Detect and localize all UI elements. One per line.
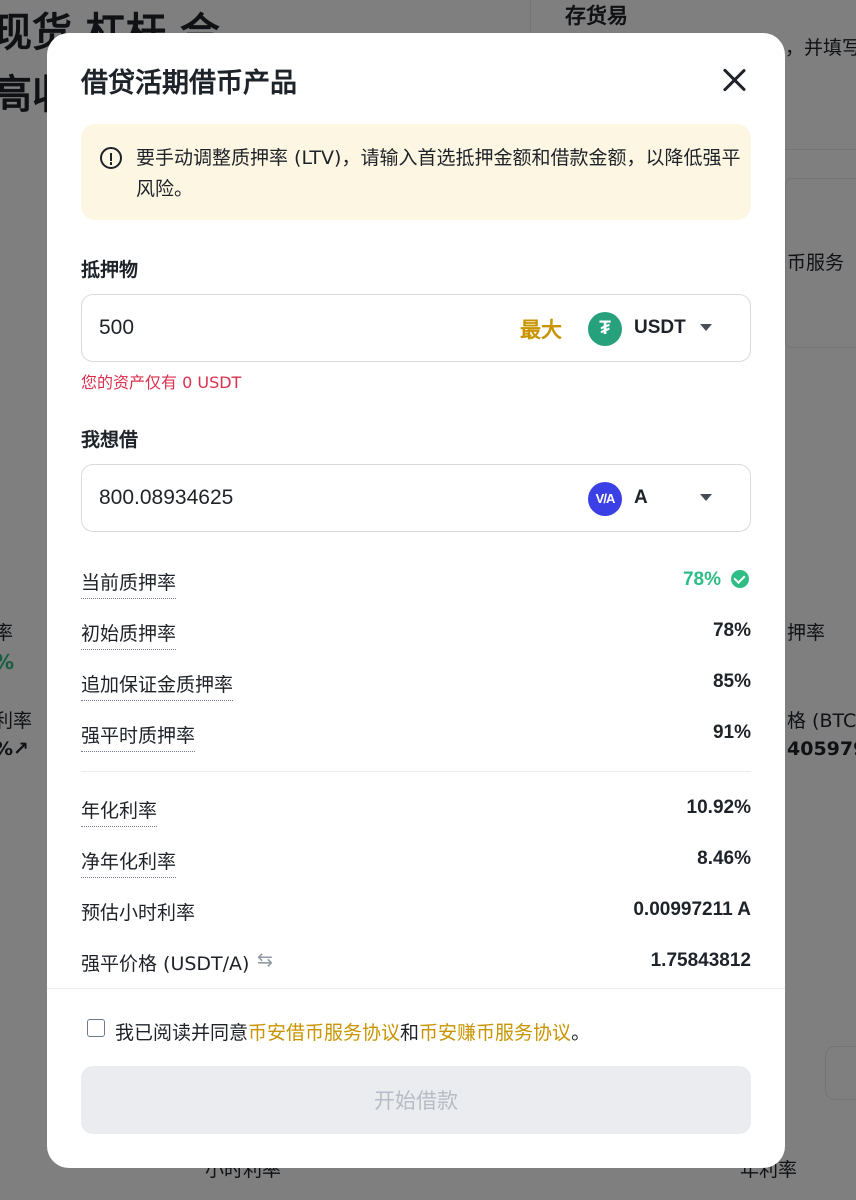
earn-agreement-link[interactable]: 币安赚币服务协议 (419, 1022, 571, 1044)
ltv-notice: 要手动调整质押率 (LTV)，请输入首选抵押金额和借款金额，以降低强平风险。 (81, 124, 751, 220)
notice-text: 要手动调整质押率 (LTV)，请输入首选抵押金额和借款金额，以降低强平风险。 (136, 147, 741, 200)
max-button[interactable]: 最大 (520, 314, 562, 344)
borrow-label: 我想借 (81, 429, 139, 451)
liquidation-price-row: 强平价格 (USDT/A) ⇆ 1.75843812 (81, 949, 751, 979)
hourly-rate-value: 0.00997211 A (633, 899, 751, 920)
current-ltv-value: 78% (682, 569, 721, 590)
borrow-amount-input[interactable] (99, 465, 479, 531)
initial-ltv-row: 初始质押率 78% (81, 619, 751, 650)
liquidation-ltv-row: 强平时质押率 91% (81, 721, 751, 752)
hourly-rate-label: 预估小时利率 (81, 902, 196, 924)
swap-icon[interactable]: ⇆ (257, 949, 273, 972)
net-apr-value: 8.46% (697, 848, 751, 869)
current-ltv-label[interactable]: 当前质押率 (81, 568, 177, 599)
agreement-prefix: 我已阅读并同意 (115, 1022, 249, 1044)
liquidation-price-label: 强平价格 (USDT/A) (81, 953, 250, 975)
close-icon[interactable] (717, 63, 751, 97)
borrow-field: V/A A (81, 464, 751, 532)
margin-call-ltv-label[interactable]: 追加保证金质押率 (81, 670, 234, 701)
initial-ltv-label[interactable]: 初始质押率 (81, 619, 177, 650)
divider (81, 771, 751, 772)
liquidation-price-value: 1.75843812 (650, 950, 751, 971)
agreement-suffix: 。 (571, 1022, 591, 1044)
borrow-coin-name[interactable]: A (634, 487, 648, 509)
collateral-amount-input[interactable] (99, 295, 479, 361)
tether-icon: ₮ (588, 312, 622, 346)
start-borrow-button[interactable]: 开始借款 (81, 1066, 751, 1134)
liquidation-ltv-label[interactable]: 强平时质押率 (81, 721, 196, 752)
loan-agreement-link[interactable]: 币安借币服务协议 (248, 1022, 400, 1044)
liquidation-ltv-value: 91% (712, 722, 751, 743)
current-ltv-row: 当前质押率 78% (81, 568, 751, 599)
hourly-rate-row: 预估小时利率 0.00997211 A (81, 898, 751, 928)
chevron-down-icon[interactable] (700, 494, 712, 501)
agreement-text: 我已阅读并同意币安借币服务协议和币安赚币服务协议。 (115, 1018, 590, 1045)
net-apr-row: 净年化利率 8.46% (81, 847, 751, 878)
collateral-coin-name[interactable]: USDT (634, 317, 686, 339)
net-apr-label[interactable]: 净年化利率 (81, 847, 177, 878)
initial-ltv-value: 78% (712, 620, 751, 641)
footer-divider (47, 988, 785, 989)
info-icon (100, 147, 122, 169)
modal-title: 借贷活期借币产品 (81, 68, 297, 99)
check-circle-icon (731, 570, 749, 588)
agreement-middle: 和 (400, 1022, 420, 1044)
margin-call-ltv-row: 追加保证金质押率 85% (81, 670, 751, 701)
apr-row: 年化利率 10.92% (81, 796, 751, 827)
margin-call-ltv-value: 85% (712, 671, 751, 692)
agreement-checkbox[interactable] (87, 1019, 105, 1037)
apr-label[interactable]: 年化利率 (81, 796, 158, 827)
collateral-error: 您的资产仅有 0 USDT (81, 373, 242, 392)
apr-value: 10.92% (686, 797, 751, 818)
collateral-field: 最大 ₮ USDT (81, 294, 751, 362)
borrow-modal: 借贷活期借币产品 要手动调整质押率 (LTV)，请输入首选抵押金额和借款金额，以… (47, 33, 785, 1168)
a-token-icon: V/A (588, 482, 622, 516)
collateral-label: 抵押物 (81, 259, 139, 281)
chevron-down-icon[interactable] (700, 324, 712, 331)
